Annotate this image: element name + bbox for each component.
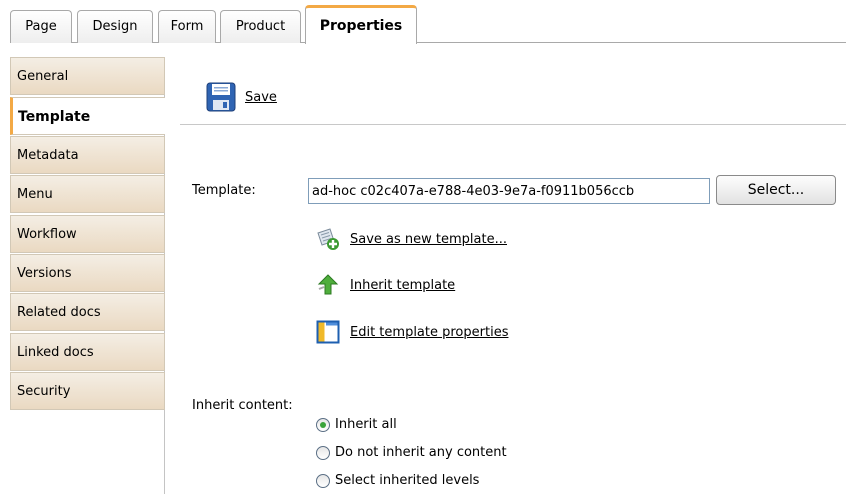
edit-template-properties-action: Edit template properties (316, 320, 508, 344)
radio-do-not-inherit[interactable]: Do not inherit any content (316, 445, 507, 460)
menu-item-menu[interactable]: Menu (10, 175, 165, 213)
tab-properties[interactable]: Properties (305, 5, 417, 44)
radio-label-do-not-inherit: Do not inherit any content (335, 445, 507, 460)
menu-item-related-docs[interactable]: Related docs (10, 293, 165, 331)
menu-item-template[interactable]: Template (10, 97, 165, 135)
tab-page[interactable]: Page (10, 10, 72, 43)
menu-item-workflow[interactable]: Workflow (10, 215, 165, 253)
tab-product[interactable]: Product (220, 10, 301, 43)
floppy-disk-icon[interactable] (205, 81, 237, 113)
radio-select-inherited-levels[interactable]: Select inherited levels (316, 473, 479, 488)
template-label: Template: (192, 183, 256, 198)
radio-button[interactable] (316, 445, 330, 460)
edit-template-properties-link[interactable]: Edit template properties (350, 325, 508, 340)
save-as-new-template-action: Save as new template... (316, 227, 507, 251)
properties-menu: General Template Metadata Menu Workflow … (10, 57, 165, 494)
inherit-content-label: Inherit content: (192, 398, 293, 413)
radio-button[interactable] (316, 473, 330, 488)
save-button[interactable]: Save (245, 90, 277, 105)
menu-item-general[interactable]: General (10, 57, 165, 95)
menu-item-metadata[interactable]: Metadata (10, 136, 165, 174)
inherit-template-link[interactable]: Inherit template (350, 278, 455, 293)
new-template-icon (316, 227, 340, 251)
menu-item-versions[interactable]: Versions (10, 254, 165, 292)
save-as-new-template-link[interactable]: Save as new template... (350, 232, 507, 247)
select-template-button[interactable]: Select... (716, 175, 836, 205)
tab-design[interactable]: Design (77, 10, 153, 43)
radio-inherit-all[interactable]: Inherit all (316, 417, 397, 432)
template-name-input[interactable] (308, 178, 710, 204)
menu-item-security[interactable]: Security (10, 372, 165, 410)
top-tab-bar: Page Design Form Product Properties (0, 0, 846, 44)
green-arrow-up-icon (316, 273, 340, 297)
window-properties-icon (316, 320, 340, 344)
save-toolbar: Save (205, 80, 277, 114)
radio-label-inherit-all: Inherit all (335, 417, 397, 432)
radio-label-select-levels: Select inherited levels (335, 473, 480, 488)
radio-button-checked[interactable] (316, 417, 330, 432)
inherit-template-action: Inherit template (316, 273, 455, 297)
tab-form[interactable]: Form (158, 10, 216, 43)
toolbar-divider (180, 124, 846, 125)
menu-item-linked-docs[interactable]: Linked docs (10, 333, 165, 371)
